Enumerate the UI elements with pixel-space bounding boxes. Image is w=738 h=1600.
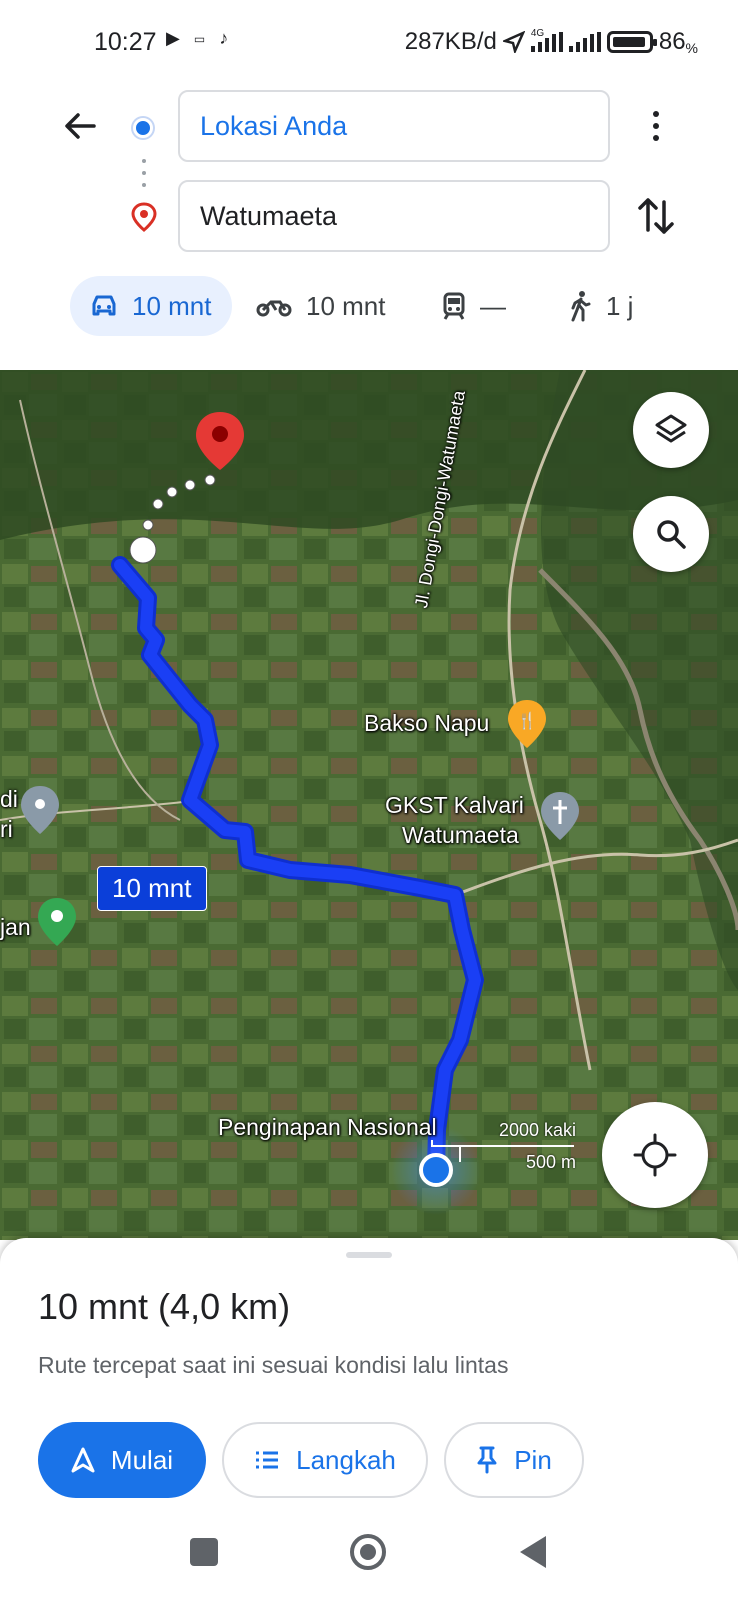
location-arrow-icon (502, 31, 525, 53)
signal-icon (568, 32, 601, 52)
status-bar: 10:27 ▶ ▭ ♪ 287KB/d 4G 86% (0, 0, 738, 80)
place-label-bakso[interactable]: Bakso Napu (364, 710, 489, 737)
mode-walk[interactable]: 1 j (568, 276, 633, 336)
walk-icon (571, 291, 591, 322)
mode-motorcycle[interactable]: 10 mnt (256, 276, 386, 336)
sheet-drag-handle[interactable] (346, 1252, 392, 1258)
home-button[interactable] (350, 1534, 386, 1570)
back-arrow-icon[interactable] (60, 106, 100, 146)
swap-icon[interactable] (636, 194, 676, 238)
route-summary-sheet[interactable]: 10 mnt (4,0 km) Rute tercepat saat ini s… (0, 1238, 738, 1600)
train-icon (443, 292, 465, 320)
tiktok-icon: ♪ (219, 28, 229, 48)
place-label-left-2[interactable]: ri (0, 816, 13, 843)
start-navigation-button[interactable]: Mulai (38, 1422, 206, 1498)
pin-button[interactable]: Pin (444, 1422, 584, 1498)
origin-dot-icon (133, 118, 153, 138)
battery-icon (606, 31, 657, 53)
map-scale: 2000 kaki 500 m (430, 1120, 576, 1172)
mode-transit[interactable]: — (442, 276, 506, 336)
travel-modes: 10 mnt 10 mnt — 1 j (70, 276, 710, 336)
play-icon: ▶ (166, 28, 180, 48)
route-summary-title: 10 mnt (4,0 km) (38, 1286, 291, 1327)
place-label-left-green[interactable]: jan (0, 914, 31, 941)
data-rate: 287KB/d (404, 28, 497, 55)
layers-icon (655, 414, 687, 443)
destination-field[interactable]: Watumaeta (178, 180, 610, 252)
my-location-button[interactable] (602, 1102, 708, 1208)
place-label-lodging[interactable]: Penginapan Nasional (218, 1114, 437, 1141)
place-label-church-2[interactable]: Watumaeta (402, 822, 519, 849)
navigation-arrow-icon (71, 1447, 95, 1473)
motorcycle-icon (256, 300, 292, 317)
steps-button[interactable]: Langkah (222, 1422, 428, 1498)
place-label-left-1[interactable]: di (0, 786, 18, 813)
signal-4g-icon: 4G (530, 28, 563, 52)
search-icon (657, 520, 686, 549)
system-nav-bar (0, 1510, 738, 1600)
status-time: 10:27 (94, 28, 157, 56)
app-icon: ▭ (193, 31, 206, 46)
origin-field[interactable]: Lokasi Anda (178, 90, 610, 162)
destination-pin-icon (131, 202, 157, 232)
my-location-icon (633, 1133, 677, 1177)
directions-header: Lokasi Anda Watumaeta 10 mnt 10 mnt — 1 … (0, 80, 738, 370)
route-summary-subtitle: Rute tercepat saat ini sesuai kondisi la… (38, 1352, 509, 1378)
place-label-church-1[interactable]: GKST Kalvari (385, 792, 524, 819)
search-along-route-button[interactable] (633, 496, 709, 572)
more-vert-icon[interactable] (646, 106, 666, 146)
map-view[interactable]: 🍴 Jl. Dongi-Dongi-Watumaeta Bakso Napu G… (0, 370, 738, 1240)
svg-text:🍴: 🍴 (517, 711, 537, 730)
battery-level: 86% (658, 28, 698, 56)
recents-button[interactable] (190, 1538, 218, 1566)
scale-imperial: 2000 kaki (498, 1120, 576, 1140)
car-icon (92, 295, 116, 316)
back-button[interactable] (520, 1536, 546, 1568)
route-connector-dots (142, 159, 146, 187)
pin-icon (477, 1446, 497, 1474)
list-icon (256, 1451, 279, 1469)
mode-car[interactable]: 10 mnt (70, 276, 232, 336)
route-duration-badge[interactable]: 10 mnt (97, 866, 207, 911)
layers-button[interactable] (633, 392, 709, 468)
